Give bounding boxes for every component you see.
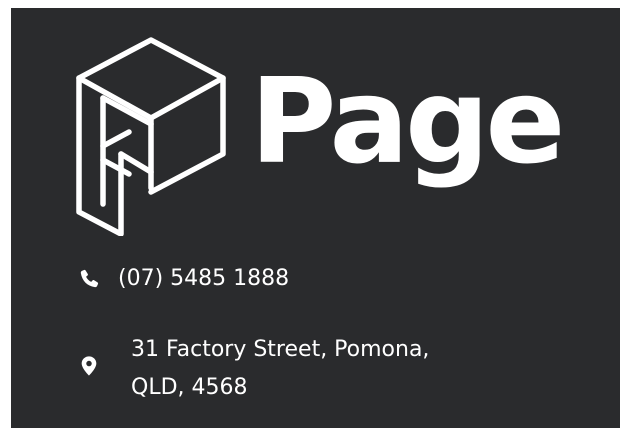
- address-contact: 31 Factory Street, Pomona, QLD, 4568: [78, 334, 429, 407]
- location-pin-icon: [81, 356, 97, 376]
- footer-contact-card: Page (07) 5485 1888 31 Factory Street, P…: [11, 8, 620, 428]
- phone-icon: [80, 269, 99, 288]
- address-text: 31 Factory Street, Pomona, QLD, 4568: [131, 337, 430, 400]
- phone-number[interactable]: (07) 5485 1888: [118, 260, 289, 298]
- phone-contact[interactable]: (07) 5485 1888: [78, 260, 289, 298]
- brand-wordmark: Page: [250, 52, 565, 190]
- page-cube-logo-icon: [76, 37, 226, 236]
